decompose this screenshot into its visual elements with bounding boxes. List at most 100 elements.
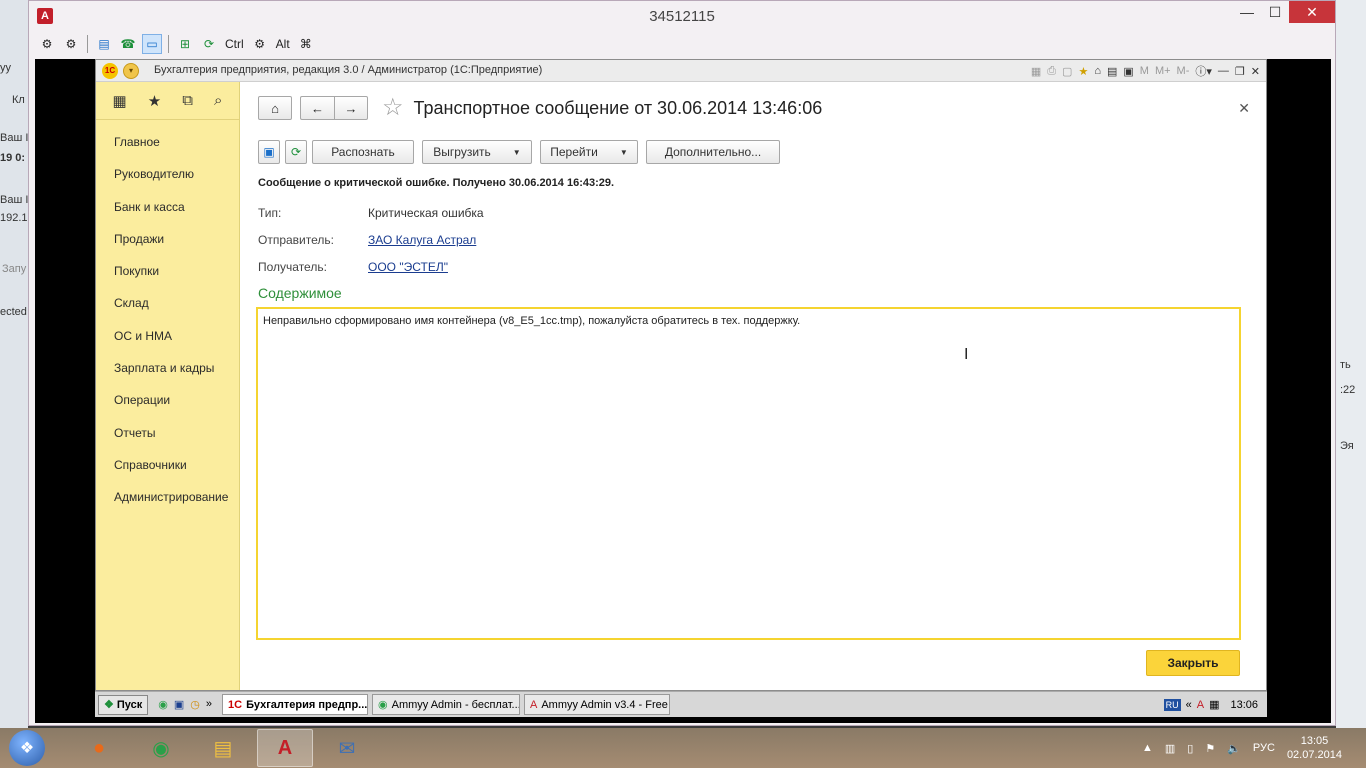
file-manager-icon[interactable]: ▤ — [94, 34, 114, 54]
tray-expand-icon[interactable]: « — [1186, 699, 1192, 711]
system-clock[interactable]: 13:05 02.07.2014 — [1287, 734, 1342, 762]
ctrl-alt-del-icon[interactable]: ⚙ — [250, 34, 270, 54]
calculator-icon[interactable]: ▤ — [1107, 65, 1117, 78]
remote-cursor-icon[interactable]: ⚙ — [37, 34, 57, 54]
clock-icon[interactable]: ◷ — [190, 698, 200, 711]
content-section-title: Содержимое — [258, 285, 342, 301]
sidebar-item-sales[interactable]: Продажи — [96, 223, 239, 255]
refresh-icon[interactable]: ⟳ — [199, 34, 219, 54]
task-label: Бухгалтерия предпр... — [246, 698, 368, 711]
remote-settings-icon[interactable]: ⚙ — [61, 34, 81, 54]
network-icon[interactable]: ▥ — [1165, 742, 1175, 755]
onec-window-title: Бухгалтерия предприятия, редакция 3.0 / … — [154, 64, 543, 76]
arrow-left-icon: ← — [311, 100, 324, 116]
favorites-icon[interactable]: ★ — [148, 92, 161, 110]
memory-m-button[interactable]: M — [1140, 65, 1149, 77]
print-icon[interactable]: ⎙ — [1047, 65, 1056, 78]
taskbar-explorer[interactable]: ▤ — [195, 729, 251, 767]
system-tray: ▲ ▥ ▯ ⚑ 🔈 РУС 13:05 02.07.2014 — [1142, 734, 1366, 762]
minimize-button[interactable]: — — [1233, 1, 1261, 23]
sidebar-item-operations[interactable]: Операции — [96, 384, 239, 416]
network-tray-icon[interactable]: ▦ — [1209, 698, 1219, 711]
sidebar-item-bank[interactable]: Банк и касса — [96, 191, 239, 223]
taskbar-thunderbird[interactable]: ✉ — [319, 729, 375, 767]
sidebar-item-purchases[interactable]: Покупки — [96, 255, 239, 287]
sidebar-item-reports[interactable]: Отчеты — [96, 417, 239, 449]
history-list-icon[interactable]: ⧉ — [182, 92, 193, 109]
preview-icon[interactable]: ▢ — [1062, 65, 1072, 78]
sidebar-item-main[interactable]: Главное — [96, 126, 239, 158]
ctrl-key-button[interactable]: Ctrl — [223, 34, 246, 54]
tray-expand-icon[interactable]: ▲ — [1142, 742, 1153, 754]
sections-list: Главное Руководителю Банк и касса Продаж… — [96, 120, 239, 514]
link-icon[interactable]: ▦ — [1031, 65, 1041, 78]
fullscreen-icon[interactable]: ▭ — [142, 34, 162, 54]
memory-mplus-button[interactable]: M+ — [1155, 65, 1171, 77]
ammyy-toolbar: ⚙ ⚙ ▤ ☎ ▭ ⊞ ⟳ Ctrl ⚙ Alt ⌘ — [37, 33, 316, 55]
close-document-button[interactable]: Закрыть — [1146, 650, 1240, 676]
remote-start-button[interactable]: ❖ Пуск — [98, 694, 149, 715]
history-icon[interactable]: ⌂ — [1094, 65, 1101, 77]
onec-minimize-icon[interactable]: — — [1218, 65, 1229, 77]
onec-close-icon[interactable]: ✕ — [1251, 65, 1260, 78]
volume-icon[interactable]: 🔈 — [1227, 742, 1241, 755]
back-button[interactable]: ← — [300, 96, 334, 120]
home-button[interactable]: ⌂ — [258, 96, 292, 120]
remote-lang-indicator[interactable]: RU — [1163, 698, 1181, 711]
taskbar-chrome[interactable]: ◉ — [133, 729, 189, 767]
refresh-button[interactable]: ⟳ — [285, 140, 307, 164]
onec-restore-icon[interactable]: ❐ — [1235, 65, 1245, 78]
memory-mminus-button[interactable]: M- — [1177, 65, 1190, 77]
maximize-button[interactable]: ☐ — [1261, 1, 1289, 23]
chevron-right-icon[interactable]: » — [206, 698, 212, 711]
start-button[interactable]: ❖ — [9, 730, 45, 766]
star-icon[interactable]: ☆ — [382, 96, 404, 120]
sidebar-item-payroll[interactable]: Зарплата и кадры — [96, 352, 239, 384]
ammyy-titlebar[interactable]: A 34512115 — ☐ ✕ — [29, 1, 1335, 31]
save-icon[interactable]: ▣ — [174, 698, 184, 711]
close-button[interactable]: ✕ — [1289, 1, 1335, 23]
task-ammyy-site[interactable]: ◉ Ammyy Admin - бесплат... — [372, 694, 520, 715]
info-icon[interactable]: ⓘ▾ — [1195, 63, 1212, 79]
taskbar-ammyy[interactable]: A — [257, 729, 313, 767]
voice-chat-icon[interactable]: ☎ — [118, 34, 138, 54]
sidebar-item-assets[interactable]: ОС и НМА — [96, 320, 239, 352]
chrome-icon[interactable]: ◉ — [158, 698, 168, 711]
task-onec[interactable]: 1С Бухгалтерия предпр... — [222, 694, 368, 715]
windows-logo-icon: ❖ — [104, 699, 114, 711]
desktop-fragment: Ваш I — [0, 194, 29, 206]
alt-key-button[interactable]: Alt — [274, 34, 292, 54]
task-ammyy-app[interactable]: A Ammyy Admin v3.4 - Free — [524, 694, 670, 715]
calendar-icon[interactable]: ▣ — [1123, 65, 1133, 78]
search-icon[interactable]: ⌕ — [214, 92, 222, 109]
forward-button[interactable]: → — [334, 96, 368, 120]
battery-icon[interactable]: ▯ — [1187, 742, 1193, 755]
sender-link[interactable]: ЗАО Калуга Астрал — [368, 233, 476, 247]
remote-keys-icon[interactable]: ⌘ — [296, 34, 316, 54]
flag-icon[interactable]: ⚑ — [1205, 742, 1215, 755]
all-functions-icon[interactable]: ▦ — [113, 92, 127, 110]
ammyy-tray-icon[interactable]: A — [1197, 699, 1204, 711]
sidebar-item-warehouse[interactable]: Склад — [96, 287, 239, 319]
unload-button[interactable]: Выгрузить ▼ — [422, 140, 532, 164]
content-textarea[interactable]: Неправильно сформировано имя контейнера … — [256, 307, 1241, 640]
more-button[interactable]: Дополнительно... — [646, 140, 780, 164]
task-label: Ammyy Admin v3.4 - Free — [541, 698, 668, 711]
favorites-add-icon[interactable]: ★ — [1078, 65, 1088, 78]
sidebar-item-directories[interactable]: Справочники — [96, 449, 239, 481]
language-indicator[interactable]: РУС — [1253, 742, 1275, 754]
windows-taskbar: ❖ ● ◉ ▤ A ✉ ▲ ▥ ▯ ⚑ 🔈 РУС 13:05 02.07.20… — [0, 728, 1366, 768]
sidebar-item-administration[interactable]: Администрирование — [96, 481, 239, 513]
taskbar-firefox[interactable]: ● — [71, 729, 127, 767]
go-button[interactable]: Перейти ▼ — [540, 140, 638, 164]
recognize-button[interactable]: Распознать — [312, 140, 414, 164]
sidebar-item-manager[interactable]: Руководителю — [96, 158, 239, 190]
onec-titlebar[interactable]: 1С ▾ Бухгалтерия предприятия, редакция 3… — [96, 60, 1266, 82]
scale-icon[interactable]: ⊞ — [175, 34, 195, 54]
close-form-icon[interactable]: ✕ — [1238, 100, 1250, 117]
main-menu-icon[interactable]: ▾ — [123, 63, 139, 79]
print-doc-button[interactable]: ▣ — [258, 140, 280, 164]
desktop-fragment: :22 — [1340, 384, 1356, 396]
firefox-icon: ● — [92, 736, 106, 759]
recipient-link[interactable]: ООО "ЭСТЕЛ" — [368, 260, 448, 274]
